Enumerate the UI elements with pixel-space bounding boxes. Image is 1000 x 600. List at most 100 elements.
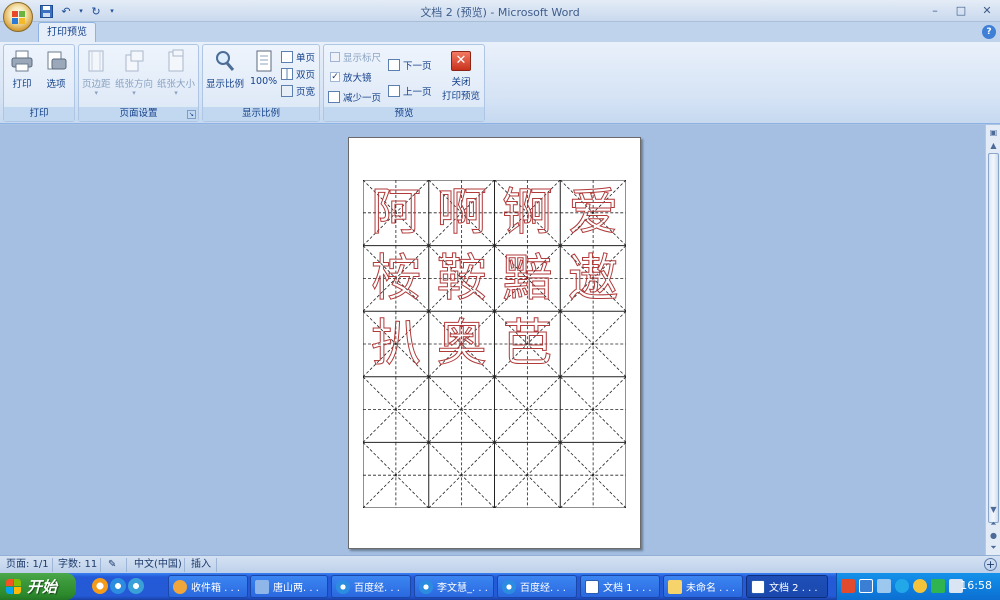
print-button[interactable]: 打印 bbox=[10, 49, 34, 90]
paper-size-label: 纸张大小 bbox=[157, 79, 196, 90]
office-button[interactable] bbox=[3, 2, 33, 32]
scroll-thumb[interactable] bbox=[988, 153, 999, 523]
task-label: 文档 2 . . . bbox=[769, 583, 818, 594]
maximize-button[interactable]: □ bbox=[948, 0, 974, 20]
mail-app-icon bbox=[173, 579, 187, 594]
group-print: 打印 选项 打印 bbox=[3, 44, 75, 122]
one-page-icon bbox=[281, 50, 293, 63]
grid-character: 阿 bbox=[371, 183, 422, 242]
zoom-button[interactable]: 显示比例 bbox=[206, 49, 244, 90]
next-page-button[interactable]: 下一页 bbox=[388, 57, 432, 72]
help-icon[interactable]: ? bbox=[982, 25, 996, 39]
start-label: 开始 bbox=[27, 578, 58, 596]
group-page-setup: 页边距 ▾ 纸张方向 ▾ 纸张大小 ▾ 页面设置 ↘ bbox=[78, 44, 199, 122]
network-icon[interactable] bbox=[877, 579, 891, 593]
two-pages-button[interactable]: 双页 bbox=[281, 66, 315, 81]
tab-print-preview[interactable]: 打印预览 bbox=[38, 22, 96, 42]
app-quicklaunch-icon[interactable] bbox=[128, 578, 144, 594]
page-width-button[interactable]: 页宽 bbox=[281, 83, 315, 98]
group-preview: 显示标尺 ✓ 放大镜 减少一页 下一页 上一页 ✕ 关闭 打印预览 预览 bbox=[323, 44, 485, 122]
taskbar-item[interactable]: 未命名 . . . bbox=[663, 575, 743, 598]
task-label: 百度经. . . bbox=[520, 583, 566, 594]
grid-character: 奥 bbox=[436, 314, 487, 373]
shrink-page-icon bbox=[328, 90, 340, 103]
scroll-down-icon[interactable]: ▼ bbox=[987, 503, 1000, 516]
taskbar-item[interactable]: 百度经. . . bbox=[331, 575, 411, 598]
ie-app-icon bbox=[502, 579, 516, 594]
page-setup-launcher-icon[interactable]: ↘ bbox=[187, 110, 196, 119]
ruler-toggle-icon[interactable]: ▣ bbox=[987, 126, 1000, 139]
orientation-label: 纸张方向 bbox=[115, 79, 154, 90]
margins-button[interactable]: 页边距 ▾ bbox=[82, 49, 111, 97]
grid-character: 遨 bbox=[568, 248, 619, 307]
paper-size-button[interactable]: 纸张大小 ▾ bbox=[157, 49, 195, 97]
next-page-label: 下一页 bbox=[403, 60, 432, 72]
status-separator bbox=[100, 558, 101, 572]
group-zoom-label: 显示比例 bbox=[203, 107, 319, 121]
tray-app-icon[interactable] bbox=[931, 579, 945, 593]
ie-app-icon bbox=[419, 579, 433, 594]
qq-icon[interactable] bbox=[913, 579, 927, 593]
print-label: 打印 bbox=[12, 79, 32, 90]
status-separator bbox=[52, 558, 53, 572]
shrink-one-page-button[interactable]: 减少一页 bbox=[328, 89, 381, 104]
task-label: 百度经. . . bbox=[354, 583, 400, 594]
next-page-scroll-icon[interactable]: ⏷ bbox=[987, 541, 1000, 554]
orientation-button[interactable]: 纸张方向 ▾ bbox=[115, 49, 153, 97]
zoom-100-button[interactable]: 100% bbox=[250, 49, 277, 87]
status-separator bbox=[216, 558, 217, 572]
app-tray-icon[interactable] bbox=[859, 579, 873, 593]
vertical-scrollbar[interactable]: ▣ ▲ ▼ ⏶ ● ⏷ bbox=[985, 125, 1000, 555]
close-button[interactable]: ✕ bbox=[974, 0, 1000, 20]
minimize-button[interactable]: – bbox=[922, 0, 948, 20]
word-count[interactable]: 字数: 11 bbox=[58, 558, 97, 572]
magnifier-icon bbox=[213, 49, 237, 73]
image-app-icon bbox=[255, 579, 269, 594]
zoom-in-icon[interactable]: + bbox=[984, 558, 997, 571]
close-preview-button[interactable]: ✕ 关闭 打印预览 bbox=[442, 51, 480, 102]
ribbon: 打印 选项 打印 页边距 ▾ 纸张方向 ▾ 纸张大小 ▾ 页面设置 ↘ 显示比例… bbox=[0, 42, 1000, 124]
taskbar-item[interactable]: 百度经. . . bbox=[497, 575, 577, 598]
browser-quicklaunch-icon[interactable] bbox=[92, 578, 108, 594]
one-page-button[interactable]: 单页 bbox=[281, 49, 315, 64]
paint-app-icon bbox=[668, 579, 682, 594]
options-label: 选项 bbox=[46, 79, 66, 90]
prev-page-button[interactable]: 上一页 bbox=[388, 83, 432, 98]
antivirus-icon[interactable] bbox=[895, 579, 909, 593]
proofing-icon[interactable]: ✎ bbox=[108, 558, 116, 572]
status-separator bbox=[126, 558, 127, 572]
magnifier-check[interactable]: ✓ bbox=[330, 71, 340, 82]
document-page[interactable]: 阿啊锕爱桉鞍黯遨扒奥芭 bbox=[348, 137, 641, 549]
one-page-label: 单页 bbox=[296, 52, 316, 64]
taskbar-item[interactable]: 唐山两. . . bbox=[250, 575, 328, 598]
taskbar-item[interactable]: 收件箱 . . . bbox=[168, 575, 248, 598]
language-indicator[interactable]: 中文(中国) bbox=[134, 558, 182, 572]
insert-mode[interactable]: 插入 bbox=[191, 558, 211, 572]
show-ruler-check[interactable] bbox=[330, 51, 340, 62]
ie-app-icon bbox=[336, 579, 350, 594]
taskbar-item[interactable]: 李文慧_. . . bbox=[414, 575, 494, 598]
task-label: 未命名 . . . bbox=[686, 583, 736, 594]
page-width-label: 页宽 bbox=[296, 86, 316, 98]
sogou-icon[interactable] bbox=[841, 579, 855, 593]
clock: 16:58 bbox=[960, 579, 992, 592]
show-ruler-checkbox[interactable]: 显示标尺 bbox=[330, 49, 381, 64]
prev-page-icon bbox=[388, 84, 400, 97]
grid-character: 啊 bbox=[436, 183, 487, 242]
start-button[interactable]: 开始 bbox=[0, 573, 76, 600]
taskbar-item-active[interactable]: 文档 2 . . . bbox=[746, 575, 828, 598]
windows-taskbar: 开始 收件箱 . . . 唐山两. . . 百度经. . . 李文慧_. . .… bbox=[0, 573, 1000, 600]
group-preview-label: 预览 bbox=[324, 107, 484, 121]
magnifier-checkbox[interactable]: ✓ 放大镜 bbox=[330, 69, 372, 84]
scroll-up-icon[interactable]: ▲ bbox=[987, 139, 1000, 152]
ie-quicklaunch-icon[interactable] bbox=[110, 578, 126, 594]
magnifier-label: 放大镜 bbox=[343, 72, 372, 84]
options-button[interactable]: 选项 bbox=[44, 49, 68, 90]
close-preview-label-2: 打印预览 bbox=[442, 91, 481, 102]
taskbar-item[interactable]: 文档 1 . . . bbox=[580, 575, 660, 598]
system-tray: 16:58 bbox=[836, 573, 1000, 600]
close-preview-label-1: 关闭 bbox=[451, 77, 471, 88]
document-area: 阿啊锕爱桉鞍黯遨扒奥芭 bbox=[0, 125, 985, 555]
page-indicator[interactable]: 页面: 1/1 bbox=[6, 558, 49, 572]
orientation-icon bbox=[122, 49, 146, 73]
